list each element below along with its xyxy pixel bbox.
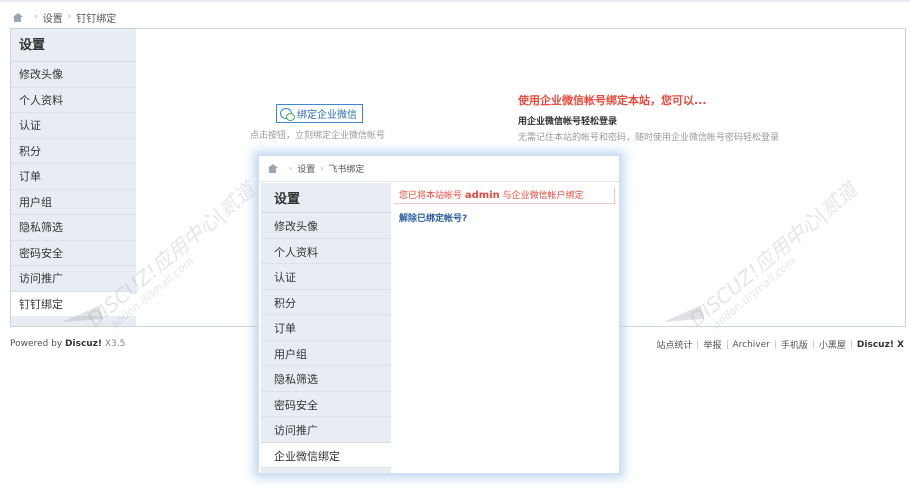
sidebar-item-promotion[interactable]: 访问推广 [11, 266, 136, 292]
sidebar-item-password[interactable]: 密码安全 [11, 241, 136, 266]
popup-sidebar-item-orders[interactable]: 订单 [261, 315, 391, 341]
bound-notice: 您已将本站帐号 admin 与企业微信帐户绑定 [394, 187, 615, 204]
info-subtitle: 用企业微信帐号轻松登录 [518, 117, 618, 127]
footer-link-report[interactable]: 举报 [698, 338, 726, 351]
powered-by: Powered by Discuz! X3.5 [10, 339, 125, 349]
popup-divider [259, 181, 619, 182]
sidebar-title: 设置 [11, 29, 136, 62]
breadcrumb-separator: › [320, 164, 324, 173]
popup-sidebar-item-usergroup[interactable]: 用户组 [261, 341, 391, 366]
popup-sidebar-item-password[interactable]: 密码安全 [261, 392, 391, 417]
footer-brand[interactable]: Discuz! X [852, 340, 904, 350]
breadcrumb-item-settings[interactable]: 设置 [43, 10, 63, 25]
breadcrumb-item-current[interactable]: 钉钉绑定 [76, 10, 116, 25]
bind-button-label: 绑定企业微信 [297, 110, 357, 121]
footer-link-mobile[interactable]: 手机版 [776, 338, 813, 351]
unbind-link[interactable]: 解除已绑定帐号? [399, 211, 467, 224]
sidebar-item-privacy[interactable]: 隐私筛选 [11, 215, 136, 241]
wecom-icon [280, 107, 295, 121]
breadcrumb-separator: › [289, 164, 293, 173]
sidebar: 设置 修改头像 个人资料 认证 积分 订单 用户组 隐私筛选 密码安全 访问推广… [11, 29, 136, 326]
popup-breadcrumb-current[interactable]: 飞书绑定 [328, 162, 364, 175]
popup-sidebar-item-profile[interactable]: 个人资料 [261, 239, 391, 264]
popup-breadcrumb: › 设置 › 飞书绑定 [267, 162, 364, 175]
sidebar-item-avatar[interactable]: 修改头像 [11, 62, 136, 88]
breadcrumb-separator: › [34, 12, 38, 22]
bound-notice-prefix: 您已将本站帐号 [399, 191, 465, 201]
sidebar-item-usergroup[interactable]: 用户组 [11, 190, 136, 215]
sidebar-item-orders[interactable]: 订单 [11, 164, 136, 190]
bind-wecom-button[interactable]: 绑定企业微信 [276, 104, 363, 123]
footer-links: 站点统计 举报 Archiver 手机版 小黑屋 Discuz! X [651, 338, 904, 352]
breadcrumb: › 设置 › 钉钉绑定 [12, 9, 116, 25]
sidebar-item-profile[interactable]: 个人资料 [11, 88, 136, 113]
bound-username: admin [464, 190, 500, 201]
powered-by-brand[interactable]: Discuz! [65, 339, 102, 349]
top-border [0, 0, 910, 2]
popup-panel: › 设置 › 飞书绑定 设置 修改头像 个人资料 认证 积分 订单 用户组 隐私… [257, 154, 621, 475]
powered-by-version: X3.5 [102, 339, 126, 349]
bound-notice-suffix: 与企业微信帐户绑定 [499, 191, 584, 201]
info-title: 使用企业微信帐号绑定本站，您可以... [518, 94, 707, 107]
breadcrumb-separator: › [67, 12, 72, 22]
home-icon[interactable] [267, 164, 278, 173]
popup-sidebar: 设置 修改头像 个人资料 认证 积分 订单 用户组 隐私筛选 密码安全 访问推广… [261, 183, 391, 473]
bind-hint: 点击按钮，立刻绑定企业微信帐号 [250, 131, 386, 141]
sidebar-item-dingtalk[interactable]: 钉钉绑定 [11, 291, 136, 317]
popup-sidebar-item-promotion[interactable]: 访问推广 [261, 417, 391, 443]
footer-link-blackroom[interactable]: 小黑屋 [814, 338, 851, 351]
popup-breadcrumb-settings[interactable]: 设置 [297, 162, 315, 175]
powered-by-prefix: Powered by [10, 339, 66, 349]
popup-sidebar-item-avatar[interactable]: 修改头像 [261, 213, 391, 239]
sidebar-item-credits[interactable]: 积分 [11, 139, 136, 164]
popup-sidebar-item-wecom[interactable]: 企业微信绑定 [261, 442, 391, 468]
info-description: 无需记住本站的帐号和密码，随时使用企业微信帐号密码轻松登录 [518, 133, 780, 143]
sidebar-item-verify[interactable]: 认证 [11, 113, 136, 139]
popup-sidebar-item-verify[interactable]: 认证 [261, 264, 391, 290]
footer-link-stats[interactable]: 站点统计 [651, 338, 697, 351]
popup-sidebar-title: 设置 [261, 183, 391, 213]
popup-sidebar-item-privacy[interactable]: 隐私筛选 [261, 366, 391, 392]
home-icon[interactable] [12, 12, 23, 22]
footer-link-archiver[interactable]: Archiver [728, 340, 775, 350]
popup-sidebar-item-credits[interactable]: 积分 [261, 290, 391, 315]
